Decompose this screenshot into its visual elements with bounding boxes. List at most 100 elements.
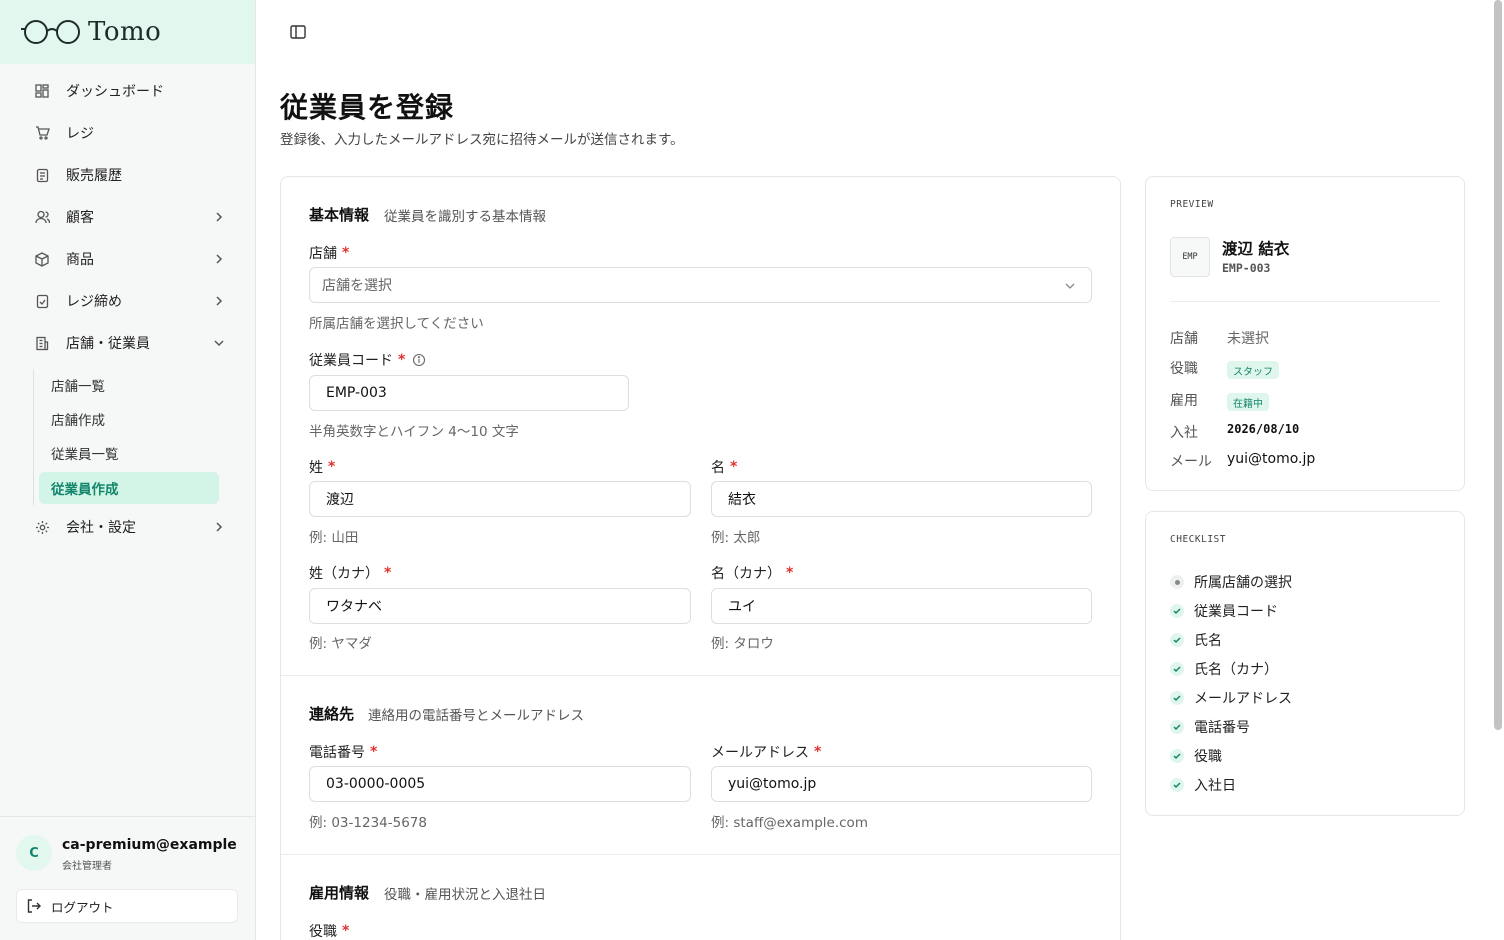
section-title-contact: 連絡先: [309, 705, 355, 723]
preview-store-key: 店舗: [1170, 331, 1198, 347]
role-badge: スタッフ: [1227, 361, 1279, 379]
first-name-hint: 例: 太郎: [711, 530, 761, 546]
user-role: 会社管理者: [62, 861, 112, 872]
check-icon: [1170, 633, 1184, 647]
logout-button[interactable]: ログアウト: [16, 889, 238, 923]
last-kana-hint: 例: ヤマダ: [309, 636, 372, 652]
chevron-right-icon: [216, 212, 223, 222]
employee-form: 基本情報 従業員を識別する基本情報 店舗 * 店舗を選択 所属店舗を選択してくださ…: [280, 176, 1121, 940]
chevron-right-icon: [216, 296, 223, 306]
first-kana-label-text: 名（カナ）: [711, 566, 781, 582]
phone-input[interactable]: 03-0000-0005: [309, 766, 691, 802]
phone-hint: 例: 03-1234-5678: [309, 815, 427, 831]
required-mark: *: [342, 923, 350, 939]
role-label: 役職 *: [309, 921, 349, 940]
sidebar-item-label: 顧客: [66, 210, 94, 226]
logout-label: ログアウト: [51, 899, 114, 915]
first-name-label: 名 *: [711, 457, 737, 477]
page-scrollbar[interactable]: [1494, 0, 1502, 730]
preview-divider: [1170, 301, 1440, 302]
submenu-guide-line: [33, 369, 34, 505]
user-account-panel: C ca-premium@example.com 会社管理者 ログアウト: [0, 816, 255, 940]
required-mark: *: [370, 744, 378, 760]
first-kana-input[interactable]: ユイ: [711, 588, 1092, 624]
code-label: 従業員コード *: [309, 350, 426, 370]
phone-label-text: 電話番号: [309, 745, 365, 761]
preview-store-value: 未選択: [1227, 331, 1269, 347]
check-icon: [1170, 662, 1184, 676]
role-label-text: 役職: [309, 924, 337, 940]
avatar[interactable]: C: [16, 835, 52, 871]
code-label-text: 従業員コード: [309, 353, 393, 369]
brand-name: Tomo: [88, 17, 162, 47]
first-name-input[interactable]: 結衣: [711, 481, 1092, 517]
sidebar-item-label: 会社・設定: [66, 520, 136, 536]
chevron-down-icon: [214, 340, 224, 347]
store-label-text: 店舗: [309, 246, 337, 262]
sidebar-subitem-employee-list[interactable]: 従業員一覧: [39, 437, 219, 469]
info-icon[interactable]: [412, 353, 426, 367]
required-mark: *: [730, 459, 738, 475]
required-mark: *: [786, 565, 794, 581]
employee-code-input[interactable]: EMP-003: [309, 375, 629, 411]
cart-icon: [34, 125, 50, 141]
store-select[interactable]: 店舗を選択: [309, 267, 1092, 303]
checklist-item: メールアドレス: [1170, 688, 1292, 708]
chevron-right-icon: [216, 254, 223, 264]
checklist-item-label: 従業員コード: [1194, 604, 1278, 620]
sidebar-item-customers[interactable]: 顧客: [24, 199, 234, 235]
sidebar-item-register[interactable]: レジ: [24, 115, 234, 151]
section-title-employment: 雇用情報: [309, 884, 370, 902]
checklist-item-label: メールアドレス: [1194, 691, 1292, 707]
section-desc-employment: 役職・雇用状況と入退社日: [384, 887, 546, 903]
chevron-down-icon: [1065, 283, 1075, 289]
section-desc-contact: 連絡用の電話番号とメールアドレス: [368, 708, 584, 724]
preview-mail-value: yui@tomo.jp: [1227, 451, 1316, 467]
first-kana-hint: 例: タロウ: [711, 636, 774, 652]
last-kana-label: 姓（カナ） *: [309, 563, 391, 583]
checklist-item-label: 電話番号: [1194, 720, 1250, 736]
section-divider: [281, 854, 1120, 855]
sidebar-subitem-store-create[interactable]: 店舗作成: [39, 403, 219, 435]
brand[interactable]: Tomo: [0, 0, 255, 64]
section-title-basic: 基本情報: [309, 206, 370, 224]
email-label-text: メールアドレス: [711, 745, 809, 761]
employee-badge: EMP: [1170, 237, 1210, 277]
sidebar-item-sales-history[interactable]: 販売履歴: [24, 157, 234, 193]
users-icon: [34, 209, 50, 225]
preview-join-value: 2026/08/10: [1227, 422, 1300, 436]
page-subtitle: 登録後、入力したメールアドレス宛に招待メールが送信されます。: [280, 132, 684, 148]
checklist-item-label: 氏名: [1194, 633, 1222, 649]
glasses-logo-icon: [21, 20, 80, 44]
sidebar-item-dashboard[interactable]: ダッシュボード: [24, 73, 234, 109]
last-kana-label-text: 姓（カナ）: [309, 566, 379, 582]
preview-employment-key: 雇用: [1170, 393, 1198, 409]
sidebar-item-company-settings[interactable]: 会社・設定: [24, 509, 234, 545]
sidebar-subitem-store-list[interactable]: 店舗一覧: [39, 369, 219, 401]
last-name-hint: 例: 山田: [309, 530, 359, 546]
checklist-item-label: 役職: [1194, 749, 1222, 765]
building-icon: [34, 335, 50, 351]
checklist-item: 従業員コード: [1170, 601, 1278, 621]
sidebar-toggle-icon[interactable]: [288, 22, 308, 42]
sidebar: Tomo ダッシュボード レジ 販売履歴 顧客 商品 レジ締め 店舗・従業員 店…: [0, 0, 256, 940]
sidebar-subitem-employee-create[interactable]: 従業員作成: [39, 472, 219, 504]
last-kana-input[interactable]: ワタナベ: [309, 588, 691, 624]
clipboard-check-icon: [34, 293, 50, 309]
section-divider: [281, 675, 1120, 676]
required-mark: *: [342, 245, 350, 261]
sidebar-item-stores-employees[interactable]: 店舗・従業員: [24, 325, 234, 361]
sidebar-item-register-close[interactable]: レジ締め: [24, 283, 234, 319]
sidebar-item-label: レジ: [66, 126, 94, 142]
check-icon: [1170, 778, 1184, 792]
sidebar-item-label: 商品: [66, 252, 94, 268]
store-select-placeholder: 店舗を選択: [322, 278, 392, 294]
page-title: 従業員を登録: [280, 91, 455, 124]
email-input[interactable]: yui@tomo.jp: [711, 766, 1092, 802]
sidebar-item-products[interactable]: 商品: [24, 241, 234, 277]
check-icon: [1170, 720, 1184, 734]
first-name-label-text: 名: [711, 460, 725, 476]
checklist-panel: CHECKLIST 所属店舗の選択 従業員コード 氏名 氏名（カナ） メールアド…: [1145, 511, 1465, 816]
last-name-label-text: 姓: [309, 460, 323, 476]
last-name-input[interactable]: 渡辺: [309, 481, 691, 517]
